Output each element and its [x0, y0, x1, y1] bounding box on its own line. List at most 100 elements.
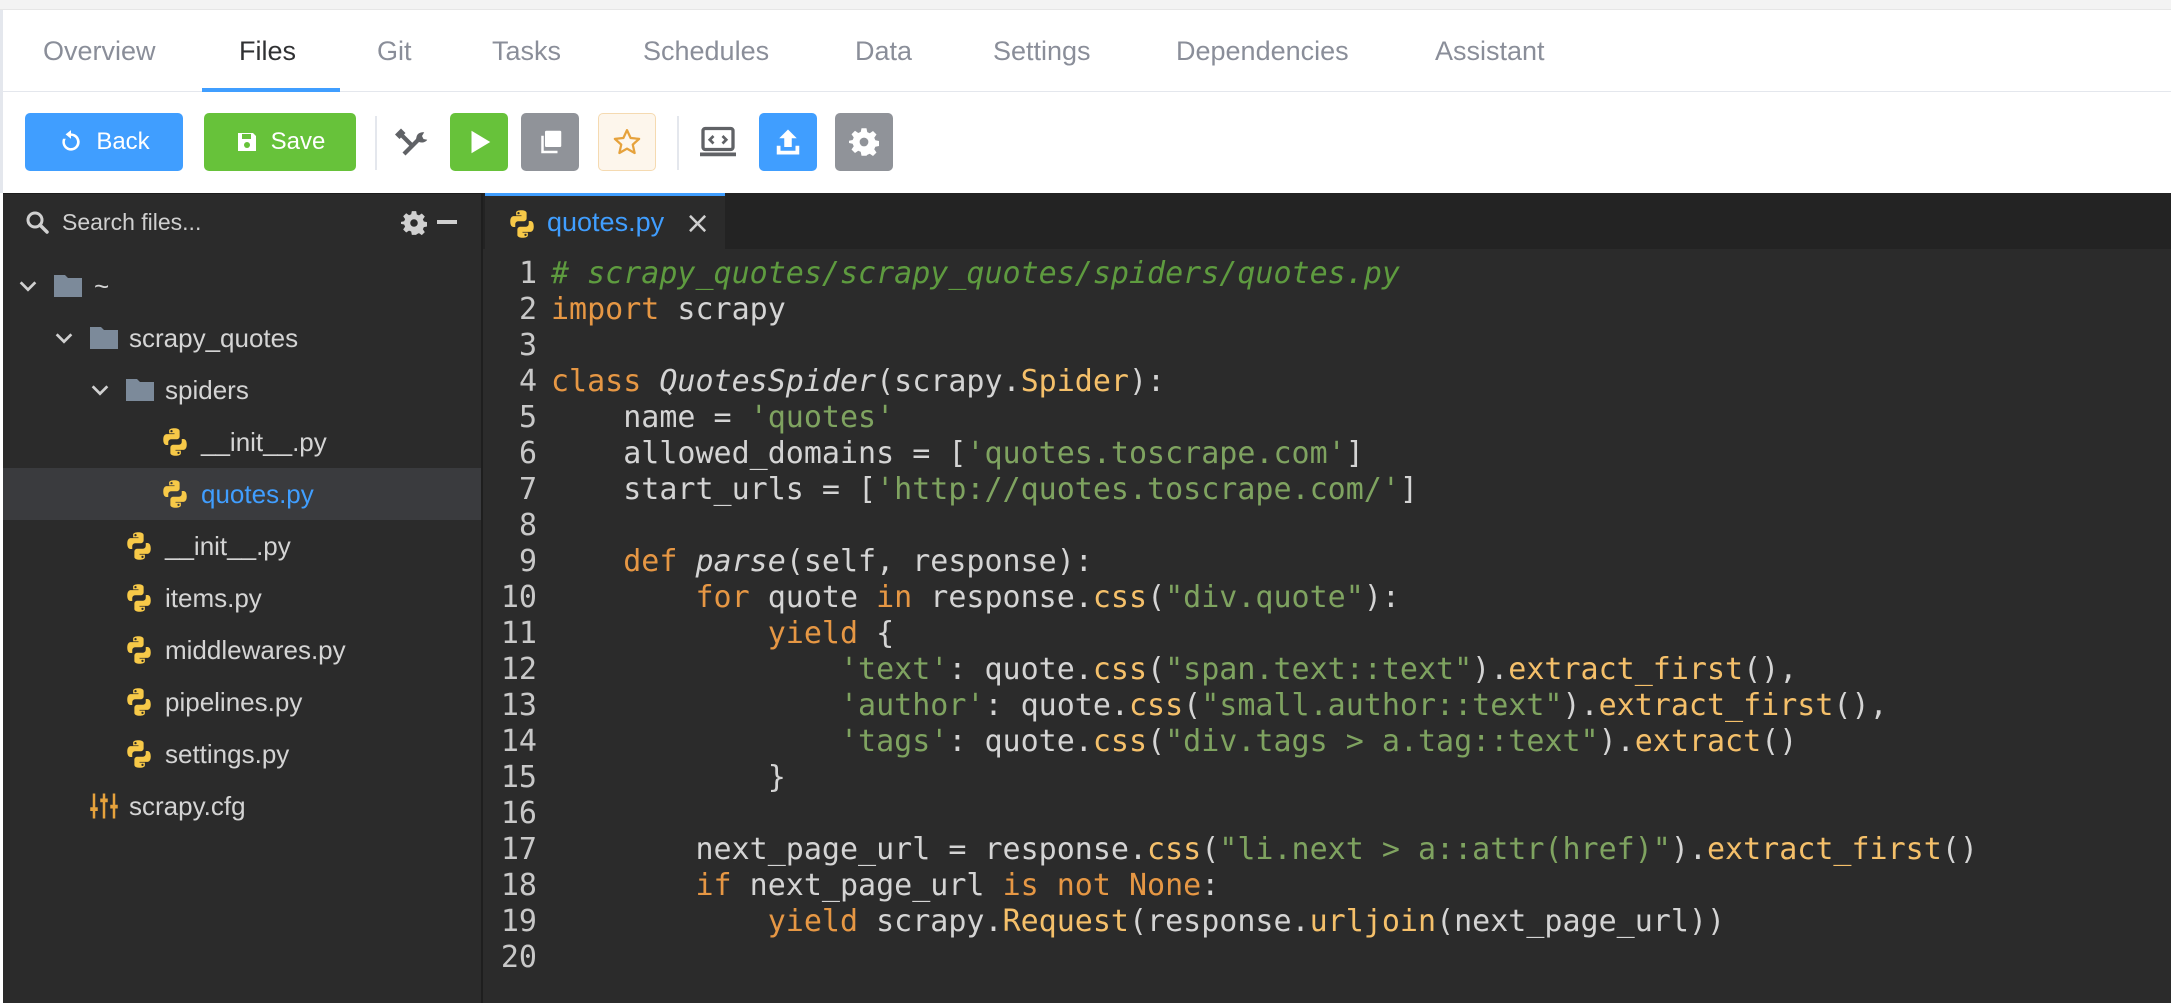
- tree-item-label: scrapy.cfg: [129, 791, 246, 821]
- save-button-label: Save: [270, 128, 326, 155]
- editor-tab-quotes[interactable]: quotes.py ×: [485, 193, 725, 249]
- line-number: 18: [500, 868, 537, 903]
- settings-button[interactable]: [835, 113, 893, 171]
- code-token: : quote.: [948, 724, 1093, 759]
- line-number: 4: [518, 364, 537, 399]
- python-icon: [127, 636, 151, 664]
- code-token: in: [876, 580, 913, 615]
- console-button[interactable]: [689, 113, 747, 171]
- code-token: 'http://quotes.toscrape.com/': [876, 472, 1400, 507]
- line-number: 2: [518, 292, 537, 327]
- python-icon: [163, 480, 187, 508]
- code-token: Spider: [1020, 364, 1129, 399]
- code-token: quote: [749, 580, 877, 615]
- code-token: (: [1147, 724, 1166, 759]
- console-icon: [700, 126, 736, 157]
- tab-data[interactable]: Data: [855, 10, 912, 92]
- code-token: extract_first: [1598, 688, 1834, 723]
- code-token: ).: [1472, 652, 1509, 687]
- tab-files[interactable]: Files: [239, 10, 296, 92]
- code-token: css: [1092, 652, 1148, 687]
- tab-dependencies[interactable]: Dependencies: [1176, 10, 1349, 92]
- tree-file-items[interactable]: items.py: [3, 572, 481, 624]
- code-token: (: [1147, 652, 1166, 687]
- code-token: css: [1092, 580, 1148, 615]
- tree-folder-scrapy-quotes[interactable]: scrapy_quotes: [3, 312, 481, 364]
- code-token: "div.quote": [1165, 580, 1364, 615]
- tree-folder-spiders[interactable]: spiders: [3, 364, 481, 416]
- code-token: ).: [1562, 688, 1599, 723]
- code-token: ).: [1598, 724, 1635, 759]
- code-token: urljoin: [1309, 904, 1437, 939]
- tree-item-label: pipelines.py: [165, 687, 303, 717]
- tab-assistant[interactable]: Assistant: [1435, 10, 1545, 92]
- tab-overview[interactable]: Overview: [43, 10, 156, 92]
- tree-item-label: scrapy_quotes: [129, 323, 299, 353]
- tree-file-spiders-init[interactable]: __init__.py: [3, 416, 481, 468]
- line-number: 7: [518, 472, 537, 507]
- code-token: (: [1201, 832, 1220, 867]
- explorer-settings-icon[interactable]: [401, 210, 427, 236]
- code-token: is not None: [1002, 868, 1202, 903]
- python-icon: [127, 532, 151, 560]
- python-icon: [127, 740, 151, 768]
- close-icon[interactable]: ×: [685, 206, 710, 241]
- line-source: next_page_url = response.css("li.next > …: [551, 832, 1977, 868]
- chevron-down-icon[interactable]: [89, 379, 111, 401]
- code-token: "span.text::text": [1165, 652, 1473, 687]
- code-token: name =: [551, 400, 750, 435]
- line-source: name = 'quotes': [551, 400, 894, 436]
- tab-tasks[interactable]: Tasks: [492, 10, 561, 92]
- code-token: (: [1183, 688, 1202, 723]
- tree-item-label: items.py: [165, 583, 262, 613]
- run-button[interactable]: [450, 113, 508, 171]
- tree-file-init[interactable]: __init__.py: [3, 520, 481, 572]
- chevron-down-icon[interactable]: [17, 275, 39, 297]
- tree-folder-home[interactable]: ~: [3, 260, 481, 312]
- copy-button[interactable]: [521, 113, 579, 171]
- code-token: Request: [1002, 904, 1129, 939]
- star-icon: [613, 129, 641, 155]
- code-token: extract_first: [1508, 652, 1744, 687]
- gear-icon: [849, 128, 879, 156]
- file-toolbar: Back Save: [0, 92, 2171, 193]
- search-input[interactable]: [62, 204, 382, 240]
- tools-button[interactable]: [384, 113, 442, 171]
- favorite-button[interactable]: [598, 113, 656, 171]
- line-source: import scrapy: [551, 292, 786, 328]
- code-token: {: [858, 616, 895, 651]
- tree-file-scrapy-cfg[interactable]: scrapy.cfg: [3, 780, 481, 832]
- code-token: (),: [1743, 652, 1798, 687]
- main-tab-bar: Overview Files Git Tasks Schedules Data …: [0, 10, 2171, 92]
- back-button[interactable]: Back: [25, 113, 183, 171]
- code-token: : quote.: [948, 652, 1093, 687]
- tab-schedules[interactable]: Schedules: [643, 10, 769, 92]
- tree-file-pipelines[interactable]: pipelines.py: [3, 676, 481, 728]
- line-source: yield {: [551, 616, 894, 652]
- tree-file-settings[interactable]: settings.py: [3, 728, 481, 780]
- file-search: [3, 194, 481, 250]
- tab-settings[interactable]: Settings: [993, 10, 1091, 92]
- line-source: class QuotesSpider(scrapy.Spider):: [551, 364, 1165, 400]
- tree-file-middlewares[interactable]: middlewares.py: [3, 624, 481, 676]
- tree-file-quotes[interactable]: quotes.py: [3, 468, 481, 520]
- tab-git[interactable]: Git: [377, 10, 412, 92]
- code-token: (),: [1833, 688, 1888, 723]
- toolbar-divider: [677, 116, 679, 170]
- code-token: class: [551, 364, 642, 399]
- code-token: if: [695, 868, 732, 903]
- undo-icon: [62, 130, 80, 151]
- save-button[interactable]: Save: [204, 113, 356, 171]
- editor-tab-label: quotes.py: [547, 207, 665, 237]
- upload-button[interactable]: [759, 113, 817, 171]
- line-number: 12: [500, 652, 537, 687]
- line-number: 3: [518, 328, 537, 363]
- window-top-strip: [0, 0, 2171, 10]
- chevron-down-icon[interactable]: [53, 327, 75, 349]
- config-sliders-icon: [90, 793, 118, 819]
- collapse-all-icon[interactable]: [437, 220, 457, 224]
